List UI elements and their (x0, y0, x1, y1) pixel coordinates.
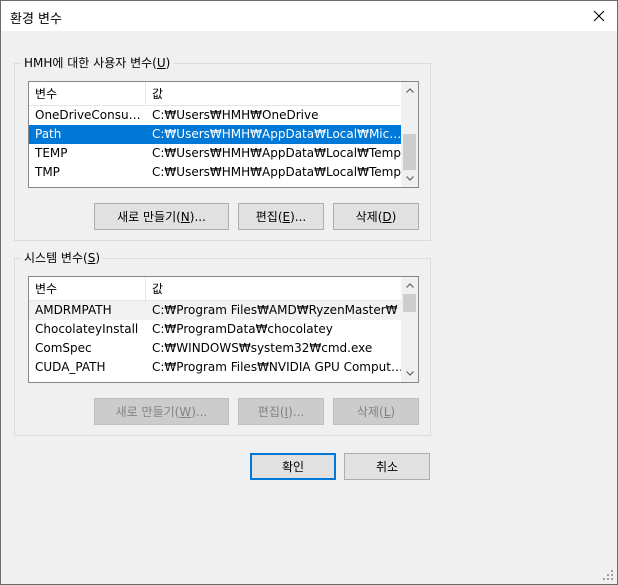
scroll-up-button[interactable] (401, 82, 418, 99)
vertical-scrollbar[interactable] (401, 82, 418, 187)
list-header: 변수 값 (29, 277, 418, 301)
environment-variables-dialog: 환경 변수 HMH에 대한 사용자 변수(U) 변수 값 OneDriveCon… (0, 0, 618, 585)
user-variables-group: HMH에 대한 사용자 변수(U) 변수 값 OneDriveConsumer … (14, 56, 431, 241)
title-bar[interactable]: 환경 변수 (1, 1, 617, 31)
resize-grip-icon[interactable] (602, 569, 614, 581)
close-button[interactable] (581, 1, 617, 31)
column-header-variable[interactable]: 변수 (29, 82, 146, 106)
window-title: 환경 변수 (10, 12, 62, 27)
list-item[interactable]: AMDRMPATH C:₩Program Files₩AMD₩RyzenMast… (29, 301, 403, 320)
scroll-up-button[interactable] (401, 277, 418, 294)
scroll-thumb[interactable] (403, 294, 416, 312)
chevron-down-icon (405, 176, 414, 181)
system-variables-label: 시스템 변수(S) (21, 251, 104, 265)
chevron-up-icon (405, 283, 414, 288)
system-new-button[interactable]: 새로 만들기(W)... (94, 398, 229, 425)
list-item[interactable]: CUDA_PATH C:₩Program Files₩NVIDIA GPU Co… (29, 358, 403, 377)
system-variables-list[interactable]: 변수 값 AMDRMPATH C:₩Program Files₩AMD₩Ryze… (28, 276, 419, 383)
chevron-up-icon (405, 88, 414, 93)
system-variables-group: 시스템 변수(S) 변수 값 AMDRMPATH C:₩Program File… (14, 251, 431, 436)
ok-button[interactable]: 확인 (250, 453, 336, 480)
user-variables-label: HMH에 대한 사용자 변수(U) (21, 56, 174, 70)
user-delete-button[interactable]: 삭제(D) (333, 203, 419, 230)
system-edit-button[interactable]: 편집(I)... (238, 398, 324, 425)
system-delete-button[interactable]: 삭제(L) (333, 398, 419, 425)
column-header-variable[interactable]: 변수 (29, 277, 146, 301)
scroll-down-button[interactable] (401, 365, 418, 382)
user-edit-button[interactable]: 편집(E)... (238, 203, 324, 230)
list-item[interactable]: TEMP C:₩Users₩HMH₩AppData₩Local₩Temp (29, 144, 403, 163)
chevron-down-icon (405, 371, 414, 376)
list-item-selected[interactable]: Path C:₩Users₩HMH₩AppData₩Local₩Microso.… (29, 125, 403, 144)
column-header-value[interactable]: 값 (146, 277, 403, 301)
vertical-scrollbar[interactable] (401, 277, 418, 382)
user-new-button[interactable]: 새로 만들기(N)... (94, 203, 229, 230)
close-icon (593, 10, 605, 22)
list-item[interactable]: ComSpec C:₩WINDOWS₩system32₩cmd.exe (29, 339, 403, 358)
column-header-value[interactable]: 값 (146, 82, 403, 106)
list-header: 변수 값 (29, 82, 418, 106)
list-item[interactable]: TMP C:₩Users₩HMH₩AppData₩Local₩Temp (29, 163, 403, 182)
scroll-down-button[interactable] (401, 170, 418, 187)
list-item[interactable]: OneDriveConsumer C:₩Users₩HMH₩OneDrive (29, 106, 403, 125)
list-item[interactable]: ChocolateyInstall C:₩ProgramData₩chocola… (29, 320, 403, 339)
scroll-thumb[interactable] (403, 134, 416, 170)
cancel-button[interactable]: 취소 (344, 453, 430, 480)
user-variables-list[interactable]: 변수 값 OneDriveConsumer C:₩Users₩HMH₩OneDr… (28, 81, 419, 188)
